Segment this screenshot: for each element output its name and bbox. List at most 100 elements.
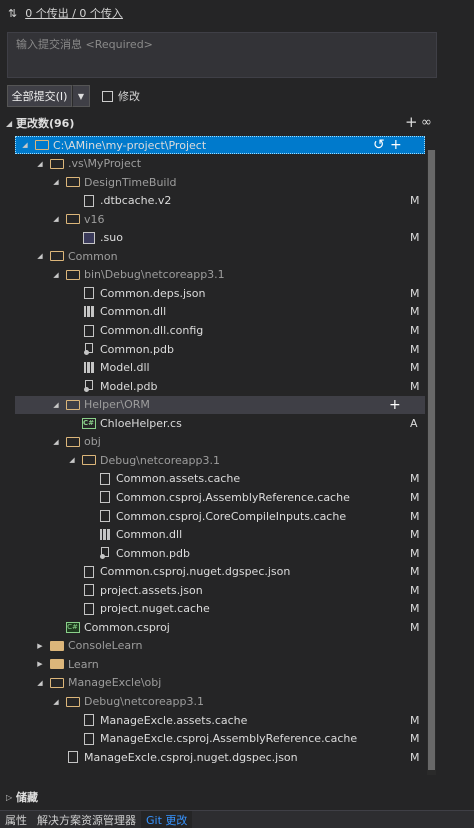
tree-item-label: obj	[84, 435, 101, 449]
stage-all-plus-icon[interactable]: +	[405, 113, 418, 131]
tree-item-label: Debug\netcoreapp3.1	[100, 453, 220, 467]
tree-folder-row[interactable]: ◢ v16	[15, 210, 425, 228]
tree-file-row[interactable]: Common.pdb M	[15, 340, 425, 358]
tree-file-row[interactable]: Common.csproj.AssemblyReference.cache M	[15, 488, 425, 506]
scrollbar-thumb[interactable]	[428, 150, 435, 770]
expanded-arrow-icon[interactable]: ◢	[51, 215, 61, 223]
expanded-arrow-icon[interactable]: ◢	[51, 698, 61, 706]
sync-arrows-icon[interactable]: ⇅	[8, 7, 17, 20]
file-status-badge: M	[410, 546, 420, 560]
tree-file-row[interactable]: Common.pdb M	[15, 544, 425, 562]
tree-file-row[interactable]: .suo M	[15, 229, 425, 247]
expand-triangle-icon[interactable]: ▷	[6, 793, 16, 802]
bottom-tab[interactable]: 解决方案资源管理器	[32, 811, 141, 828]
file-icon	[81, 732, 96, 745]
vertical-scrollbar[interactable]	[427, 150, 436, 775]
collapsed-arrow-icon[interactable]: ▶	[35, 642, 45, 650]
file-status-badge: M	[410, 565, 420, 579]
tree-file-row[interactable]: ManageExcle.csproj.nuget.dgspec.json M	[15, 748, 425, 766]
tree-folder-row[interactable]: ▶ Learn	[15, 655, 425, 673]
expanded-arrow-icon[interactable]: ◢	[51, 438, 61, 446]
commit-message-box[interactable]	[7, 32, 437, 78]
tree-item-label: Common.deps.json	[100, 286, 206, 300]
tree-folder-row[interactable]: ◢ Helper\ORM +	[15, 395, 425, 414]
file-status-badge: M	[410, 324, 420, 337]
amend-label: 修改	[118, 90, 140, 103]
file-status-badge: M	[410, 732, 420, 746]
checkbox-icon[interactable]	[102, 90, 113, 102]
expanded-arrow-icon[interactable]: ◢	[51, 271, 61, 279]
stage-plus-icon[interactable]: +	[389, 397, 401, 413]
dll-file-icon	[97, 529, 112, 541]
tree-file-row[interactable]: Common.assets.cache M	[15, 470, 425, 488]
tree-folder-row[interactable]: ◢ obj	[15, 433, 425, 451]
tree-file-row[interactable]: ManageExcle.csproj.AssemblyReference.cac…	[15, 730, 425, 748]
tree-item-label: Common.dll.config	[100, 324, 204, 337]
folder-open-icon	[49, 250, 64, 262]
tree-item-label: ManageExcle\obj	[68, 676, 162, 690]
changes-section-header[interactable]: ◢ 更改数(96) + ∞	[0, 113, 474, 132]
amend-checkbox[interactable]: 修改	[102, 88, 140, 104]
collapsed-arrow-icon[interactable]: ▶	[35, 660, 45, 668]
tree-file-row[interactable]: .dtbcache.v2 M	[15, 192, 425, 210]
expanded-arrow-icon[interactable]: ◢	[35, 252, 45, 260]
expanded-arrow-icon[interactable]: ◢	[51, 401, 61, 409]
tree-file-row[interactable]: Common.csproj.nuget.dgspec.json M	[15, 563, 425, 581]
tree-item-label: Model.dll	[100, 361, 150, 375]
tree-file-row[interactable]: Common.deps.json M	[15, 284, 425, 302]
tree-file-row[interactable]: project.nuget.cache M	[15, 600, 425, 618]
tree-file-row[interactable]: project.assets.json M	[15, 581, 425, 599]
tree-item-label: ManageExcle.assets.cache	[100, 713, 248, 727]
file-status-badge: M	[410, 750, 420, 764]
tree-item-label: .dtbcache.v2	[100, 194, 172, 208]
file-status-badge: M	[410, 379, 420, 393]
commit-all-button[interactable]: 全部提交(I)	[7, 85, 72, 107]
tree-folder-row[interactable]: ◢ bin\Debug\netcoreapp3.1	[15, 266, 425, 284]
commit-message-input[interactable]	[16, 38, 416, 51]
pdb-file-icon	[81, 380, 96, 393]
dll-file-icon	[81, 306, 96, 318]
tree-file-row[interactable]: Common.dll.config M	[15, 322, 425, 340]
tree-folder-row[interactable]: ◢ Common	[15, 247, 425, 265]
tree-folder-row[interactable]: ◢ Debug\netcoreapp3.1	[15, 693, 425, 711]
folder-open-icon	[49, 158, 64, 170]
tree-folder-row[interactable]: ◢ ManageExcle\obj	[15, 674, 425, 692]
more-actions-icon[interactable]: ∞	[421, 115, 432, 130]
file-status-badge: M	[410, 361, 420, 375]
tree-file-row[interactable]: C# Common.csproj M	[15, 618, 425, 636]
tree-file-row[interactable]: Common.dll M	[15, 526, 425, 544]
bottom-tab[interactable]: Git 更改	[141, 811, 193, 828]
bottom-tab[interactable]: 属性	[0, 811, 32, 828]
file-icon	[97, 472, 112, 485]
undo-changes-icon[interactable]: ↺	[373, 137, 385, 153]
file-status-badge: M	[410, 286, 420, 300]
tree-folder-row[interactable]: ◢ DesignTimeBuild	[15, 173, 425, 191]
tree-file-row[interactable]: ManageExcle.assets.cache M	[15, 711, 425, 729]
tree-item-label: Common.csproj	[84, 620, 170, 634]
expanded-arrow-icon[interactable]: ◢	[51, 178, 61, 186]
tree-file-row[interactable]: Model.pdb M	[15, 377, 425, 395]
outgoing-incoming-link[interactable]: 0 个传出 / 0 个传入	[25, 5, 123, 21]
stashes-section-header[interactable]: ▷ 储藏	[0, 788, 474, 806]
commit-dropdown-icon[interactable]: ▼	[72, 85, 90, 107]
tree-item-label: DesignTimeBuild	[84, 175, 177, 189]
tree-folder-row[interactable]: ▶ ConsoleLearn	[15, 637, 425, 655]
expanded-arrow-icon[interactable]: ◢	[35, 679, 45, 687]
tree-folder-row[interactable]: ◢ Debug\netcoreapp3.1	[15, 451, 425, 469]
tree-file-row[interactable]: Model.dll M	[15, 359, 425, 377]
file-icon	[81, 714, 96, 727]
tree-item-label: .suo	[100, 231, 123, 245]
stage-plus-icon[interactable]: +	[390, 137, 402, 153]
tree-folder-row[interactable]: ◢ C:\AMine\my-project\Project ↺ +	[15, 136, 425, 154]
expanded-arrow-icon[interactable]: ◢	[35, 160, 45, 168]
collapse-triangle-icon[interactable]: ◢	[6, 119, 16, 128]
csharp-file-icon: C#	[81, 417, 96, 429]
expanded-arrow-icon[interactable]: ◢	[20, 141, 30, 149]
folder-open-icon	[34, 139, 49, 151]
tree-file-row[interactable]: Common.dll M	[15, 303, 425, 321]
tree-file-row[interactable]: Common.csproj.CoreCompileInputs.cache M	[15, 507, 425, 525]
tree-file-row[interactable]: C# ChloeHelper.cs A	[15, 414, 425, 432]
file-icon	[81, 565, 96, 578]
tree-folder-row[interactable]: ◢ .vs\MyProject	[15, 155, 425, 173]
expanded-arrow-icon[interactable]: ◢	[67, 456, 77, 464]
